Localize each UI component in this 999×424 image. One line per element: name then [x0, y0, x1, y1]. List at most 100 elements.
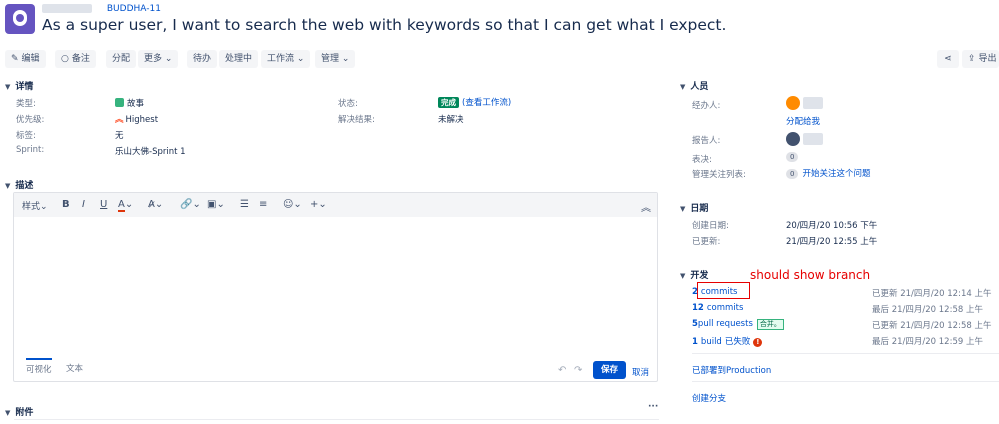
labels-label: 标签: — [16, 131, 36, 141]
chevron-down-icon: ▼ — [5, 83, 11, 91]
updated-label: 已更新: — [692, 237, 721, 247]
description-editor[interactable] — [13, 192, 658, 382]
watchers-label: 管理关注列表: — [692, 170, 746, 180]
resolution-value: 未解决 — [438, 115, 464, 125]
dev-row-commits[interactable]: 2 commits — [692, 287, 737, 297]
dev-row-build-time: 最后 21/四月/20 12:59 上午 — [872, 337, 983, 347]
attachments-options-icon[interactable]: ··· — [648, 402, 658, 412]
cancel-button[interactable]: 取消 — [632, 366, 649, 378]
priority-highest-icon: ︽ — [115, 115, 124, 125]
page-title: As a super user, I want to search the we… — [42, 16, 727, 34]
dev-divider-1 — [692, 353, 999, 354]
editor-toolbar — [14, 193, 657, 217]
view-workflow-link[interactable]: (查看工作流) — [462, 98, 511, 108]
watchers-value: 0 开始关注这个问题 — [786, 167, 870, 179]
priority-label: 优先级: — [16, 115, 45, 125]
development-heading[interactable]: ▼ 开发 — [680, 268, 708, 281]
admin-button[interactable]: 管理 ⌄ — [315, 50, 356, 68]
style-menu[interactable]: 样式⌄ — [22, 199, 48, 212]
export-button[interactable]: ⇪ 导出 — [962, 50, 999, 68]
todo-button[interactable]: 待办 — [187, 50, 218, 68]
chevron-down-icon: ▼ — [5, 409, 11, 417]
votes-count: 0 — [786, 152, 799, 162]
text-color-icon[interactable]: A⌄ — [118, 199, 133, 212]
watch-issue-link[interactable]: 开始关注这个问题 — [802, 169, 870, 179]
chevron-down-icon: ⌄ — [40, 202, 48, 212]
collapse-toolbar-icon[interactable]: ︽ — [641, 199, 651, 214]
more-formatting-icon[interactable]: A̷⌄ — [148, 199, 163, 210]
tab-visual[interactable]: 可视化 — [26, 358, 52, 375]
reporter-avatar[interactable] — [786, 132, 800, 146]
bold-icon[interactable]: B — [62, 199, 70, 210]
dev-row-pull-requests-time: 已更新 21/四月/20 12:58 上午 — [872, 321, 992, 331]
deployment-link[interactable]: 已部署到Production — [692, 364, 771, 376]
link-icon[interactable]: 🔗⌄ — [180, 199, 201, 210]
people-heading[interactable]: ▼ 人员 — [680, 79, 708, 92]
chevron-down-icon: ⌄ — [296, 54, 305, 64]
details-heading[interactable]: ▼ 详情 — [5, 79, 33, 92]
error-icon: ! — [753, 338, 763, 347]
issue-key-link[interactable]: BUDDHA-11 — [107, 4, 161, 14]
dev-row-commits-2-time: 最后 21/四月/20 12:58 上午 — [872, 305, 983, 315]
edit-button[interactable]: ✎ 编辑 — [5, 50, 46, 68]
share-icon: ⋖ — [944, 54, 952, 64]
tab-text[interactable]: 文本 — [66, 362, 83, 374]
emoji-icon[interactable]: ☺⌄ — [283, 199, 302, 210]
resolution-label: 解决结果: — [338, 115, 375, 125]
save-button[interactable]: 保存 — [593, 361, 626, 379]
attachments-divider — [14, 419, 659, 420]
attachments-heading[interactable]: ▼ 附件 — [5, 405, 33, 418]
description-heading[interactable]: ▼ 描述 — [5, 178, 33, 191]
insert-more-icon[interactable]: +⌄ — [310, 199, 327, 210]
create-branch-link[interactable]: 创建分支 — [692, 392, 726, 404]
project-name-blurred — [42, 4, 92, 13]
created-value: 20/四月/20 10:56 下午 — [786, 221, 878, 231]
annotation-text: should show branch — [750, 268, 871, 282]
dates-heading[interactable]: ▼ 日期 — [680, 201, 708, 214]
chevron-down-icon: ▼ — [5, 182, 11, 190]
redo-icon[interactable]: ↷ — [574, 365, 582, 376]
reporter-label: 报告人: — [692, 136, 721, 146]
merged-lozenge: 合并。 — [756, 319, 784, 330]
dev-row-build[interactable]: 1 build 已失败! — [692, 335, 763, 347]
bullet-list-icon[interactable]: ☰ — [240, 199, 249, 210]
type-label: 类型: — [16, 99, 36, 109]
sprint-value[interactable]: 乐山大佛-Sprint 1 — [115, 145, 186, 157]
assignee-name-blurred — [803, 97, 823, 109]
assignee-label: 经办人: — [692, 101, 721, 111]
underline-icon[interactable]: U — [100, 199, 107, 210]
dev-row-commits-time: 已更新 21/四月/20 12:14 上午 — [872, 289, 992, 299]
numbered-list-icon[interactable]: ≡ — [259, 199, 267, 210]
share-button[interactable]: ⋖ — [937, 50, 959, 68]
dev-row-commits-2[interactable]: 12 commits — [692, 303, 743, 313]
status-label: 状态: — [338, 99, 358, 109]
comment-icon: ○ — [61, 54, 69, 64]
story-icon — [115, 98, 124, 107]
project-avatar[interactable] — [5, 4, 35, 34]
sprint-label: Sprint: — [16, 145, 45, 155]
reporter-name-blurred — [803, 133, 823, 145]
robot-icon — [13, 10, 27, 26]
assign-to-me-link[interactable]: 分配给我 — [786, 115, 820, 127]
chevron-down-icon: ▼ — [680, 205, 686, 213]
type-value: 故事 — [115, 97, 144, 109]
watchers-count: 0 — [786, 169, 799, 179]
pencil-icon: ✎ — [11, 54, 19, 64]
updated-value: 21/四月/20 12:55 上午 — [786, 237, 878, 247]
comment-button[interactable]: ○ 备注 — [55, 50, 96, 68]
votes-value[interactable]: 0 — [786, 152, 802, 162]
assign-button[interactable]: 分配 — [106, 50, 137, 68]
export-icon: ⇪ — [968, 54, 976, 64]
dev-row-pull-requests[interactable]: 5pull requests 合并。 — [692, 319, 784, 330]
italic-icon[interactable]: I — [82, 199, 85, 210]
in-progress-button[interactable]: 处理中 — [219, 50, 259, 68]
undo-icon[interactable]: ↶ — [558, 365, 566, 376]
created-label: 创建日期: — [692, 221, 729, 231]
attachment-icon[interactable]: ▣⌄ — [207, 199, 225, 210]
more-button[interactable]: 更多 ⌄ — [138, 50, 179, 68]
workflow-button[interactable]: 工作流 ⌄ — [261, 50, 311, 68]
labels-value: 无 — [115, 131, 124, 141]
status-value: 完成 (查看工作流) — [438, 96, 511, 108]
assignee-avatar[interactable] — [786, 96, 800, 110]
chevron-down-icon: ▼ — [680, 83, 686, 91]
